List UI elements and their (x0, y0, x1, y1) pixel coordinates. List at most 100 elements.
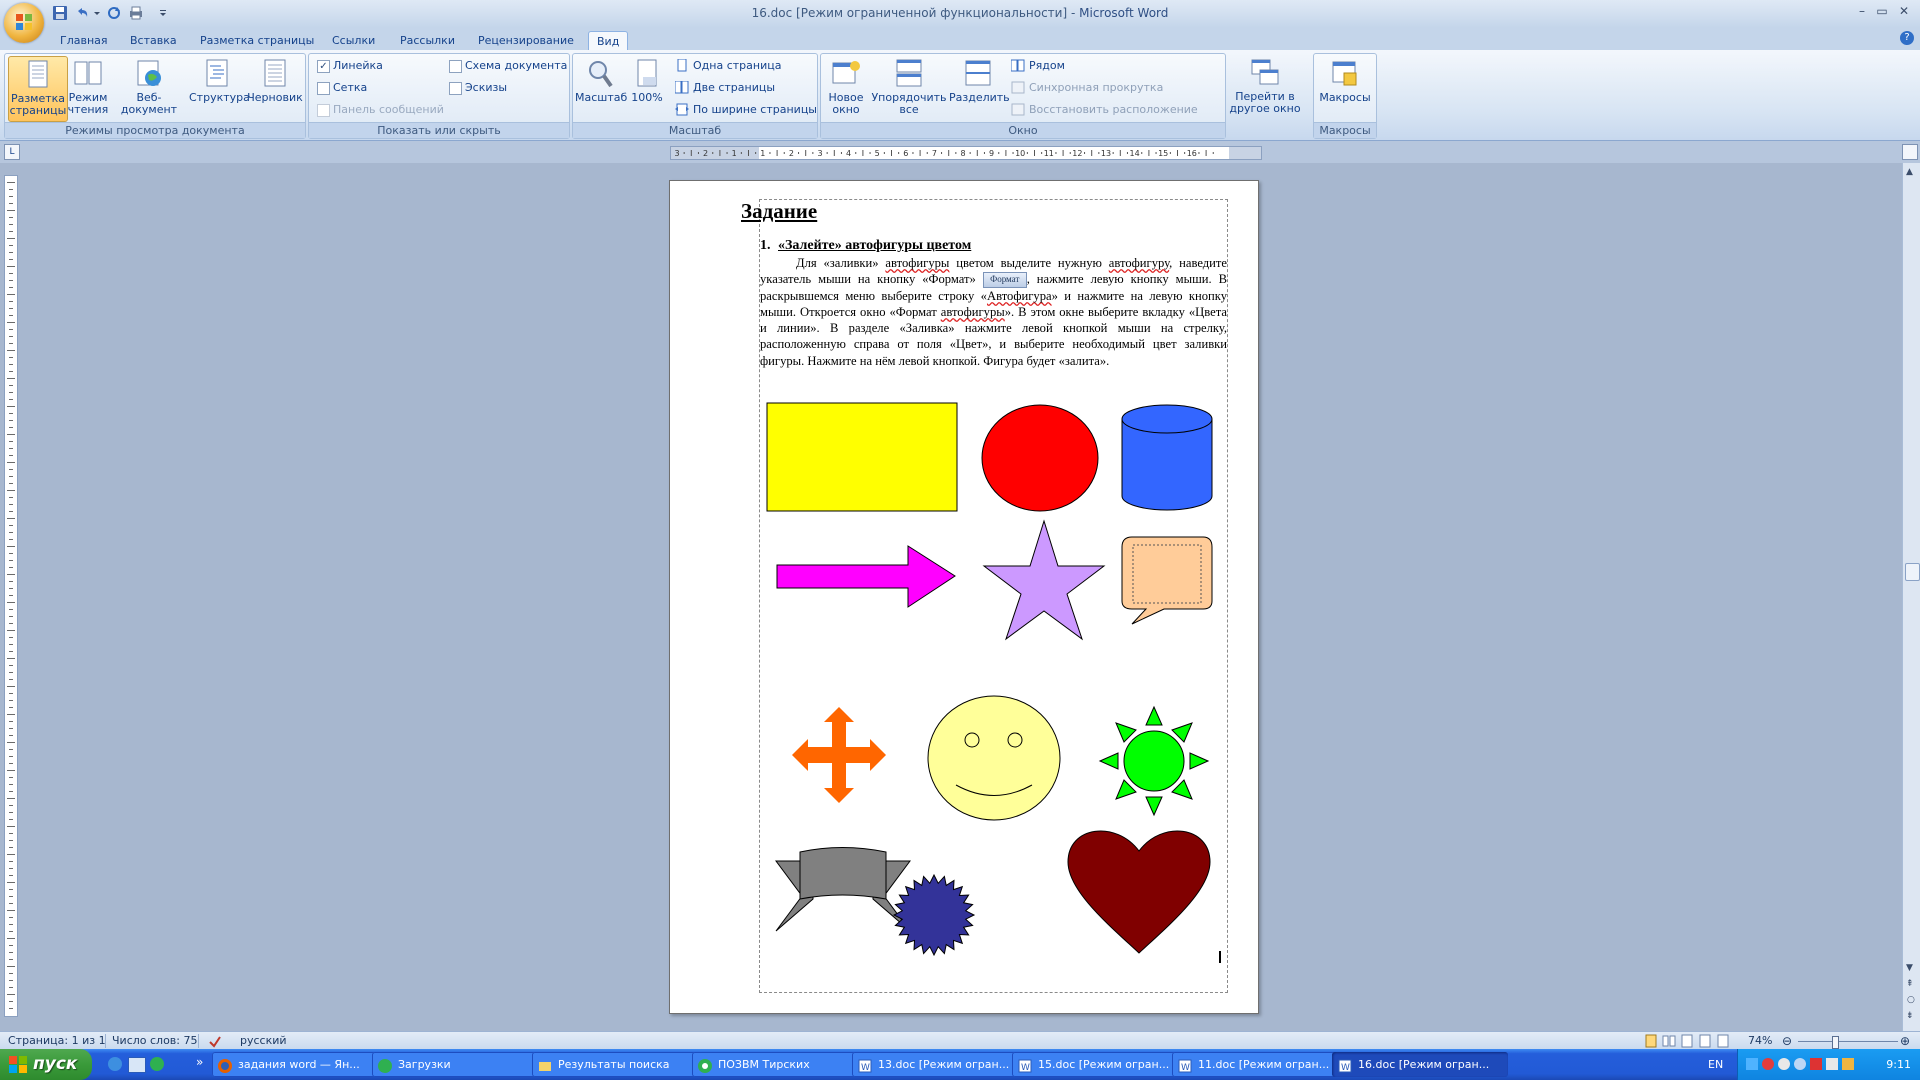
navy-seal-shape[interactable] (892, 873, 976, 957)
print-layout-button[interactable]: Разметка страницы (8, 56, 68, 122)
tab-selector[interactable]: L (4, 144, 20, 160)
tab-page-layout[interactable]: Разметка страницы (192, 31, 322, 50)
side-by-side-button[interactable]: Рядом (1009, 58, 1065, 74)
green-sun-shape[interactable] (1098, 705, 1210, 817)
view-ruler-icon[interactable] (1902, 144, 1918, 160)
tab-view[interactable]: Вид (588, 31, 629, 51)
more-icon[interactable]: » (196, 1055, 203, 1069)
taskbar-item[interactable]: задания word — Ян... (212, 1052, 388, 1077)
tray-network-icon[interactable] (1778, 1058, 1790, 1070)
zoom-button[interactable]: Масштаб (575, 56, 627, 120)
tray-volume-icon[interactable] (1826, 1058, 1838, 1070)
tray-antivirus-icon[interactable] (1762, 1058, 1774, 1070)
draft-view-icon[interactable] (1716, 1034, 1730, 1048)
taskbar-item[interactable]: W 13.doc [Режим огран... (852, 1052, 1028, 1077)
orange-quad-arrow-shape[interactable] (792, 707, 886, 803)
draft-button[interactable]: Черновик (247, 56, 303, 120)
show-desktop-icon[interactable] (128, 1057, 146, 1073)
gray-ribbon-banner-shape[interactable] (775, 847, 911, 932)
taskbar-item[interactable]: ПОЗВМ Тирских (692, 1052, 868, 1077)
zoom-in-icon[interactable]: ⊕ (1900, 1034, 1914, 1048)
tab-mailings[interactable]: Рассылки (392, 31, 463, 50)
taskbar-item[interactable]: W 11.doc [Режим огран... (1172, 1052, 1348, 1077)
lilac-star-shape[interactable] (982, 519, 1106, 641)
close-button[interactable]: ✕ (1894, 4, 1914, 20)
red-circle-shape[interactable] (981, 404, 1099, 512)
prev-page-icon[interactable]: ⇞ (1906, 979, 1914, 989)
two-pages-button[interactable]: Две страницы (673, 80, 775, 96)
page-width-button[interactable]: По ширине страницы (673, 102, 817, 118)
zoom-out-icon[interactable]: ⊖ (1782, 1034, 1796, 1048)
outline-button[interactable]: Структура (189, 56, 250, 120)
tray-n-icon[interactable] (1810, 1058, 1822, 1070)
ruler-tick (7, 714, 15, 715)
maroon-heart-shape[interactable] (1067, 830, 1211, 954)
split-button[interactable]: Разделить (949, 56, 1010, 120)
macros-button[interactable]: Макросы (1316, 56, 1374, 120)
reading-mode-button[interactable]: Режим чтения (67, 56, 109, 120)
thumbnails-checkbox[interactable]: Эскизы (447, 80, 507, 96)
web-layout-button[interactable]: Веб-документ (111, 56, 187, 120)
yellow-rectangle-shape[interactable] (766, 402, 958, 512)
tray-v-icon[interactable] (1842, 1058, 1854, 1070)
browse-object-icon[interactable]: ○ (1907, 995, 1915, 1005)
language-indicator[interactable]: EN (1708, 1049, 1723, 1080)
web-view-icon[interactable] (1680, 1034, 1694, 1048)
tab-home[interactable]: Главная (52, 31, 116, 50)
ruler-tick (7, 546, 15, 547)
zoom-100-button[interactable]: 100% (629, 56, 665, 120)
proofing-icon[interactable] (208, 1034, 222, 1048)
tab-insert[interactable]: Вставка (122, 31, 185, 50)
magenta-arrow-shape[interactable] (776, 545, 956, 608)
window-group-label: Окно (821, 122, 1225, 138)
clock[interactable]: 9:11 (1886, 1049, 1911, 1080)
tray-app-icon[interactable] (1746, 1058, 1758, 1070)
office-button[interactable] (4, 3, 44, 43)
blue-cylinder-shape[interactable] (1121, 404, 1213, 511)
arrange-all-button[interactable]: Упорядочить все (871, 56, 947, 120)
peach-callout-shape[interactable] (1121, 536, 1213, 625)
one-page-button[interactable]: Одна страница (673, 58, 781, 74)
horizontal-ruler[interactable]: 3 2 1 1 2 3 4 5 6 7 8 9 10 11 12 13 14 15 16 (670, 146, 1262, 160)
tray-sync-icon[interactable] (1794, 1058, 1806, 1070)
minimize-button[interactable]: – (1852, 4, 1872, 20)
print-layout-view-icon[interactable] (1644, 1034, 1658, 1048)
scroll-thumb[interactable] (1905, 563, 1920, 581)
next-page-icon[interactable]: ⇟ (1906, 1011, 1914, 1021)
macros-group: Макросы Макросы (1313, 53, 1377, 139)
help-icon[interactable]: ? (1900, 31, 1914, 45)
smiley-face-shape[interactable] (927, 695, 1061, 821)
outline-view-icon[interactable] (1698, 1034, 1712, 1048)
maximize-button[interactable]: ▭ (1872, 4, 1892, 20)
scroll-down-icon[interactable]: ▼ (1906, 963, 1913, 973)
vertical-scrollbar[interactable]: ▲ ▼ ⇞ ○ ⇟ (1902, 163, 1920, 1031)
page-icon (22, 59, 54, 91)
zoom-slider-track[interactable] (1798, 1041, 1898, 1042)
tab-review[interactable]: Рецензирование (470, 31, 582, 50)
word-count[interactable]: Число слов: 75 (112, 1034, 198, 1048)
taskbar-item-active[interactable]: W 16.doc [Режим огран... (1332, 1052, 1508, 1077)
taskbar-item[interactable]: W 15.doc [Режим огран... (1012, 1052, 1188, 1077)
ruler-tick (9, 217, 13, 218)
zoom-slider-thumb[interactable] (1832, 1036, 1839, 1049)
page-count[interactable]: Страница: 1 из 1 (8, 1034, 106, 1048)
doc-map-checkbox[interactable]: Схема документа (447, 58, 567, 74)
ie-icon[interactable] (108, 1057, 122, 1071)
start-button[interactable]: пуск (0, 1049, 92, 1080)
grid-checkbox[interactable]: Сетка (315, 80, 367, 96)
tab-references[interactable]: Ссылки (324, 31, 383, 50)
new-window-button[interactable]: Новое окно (823, 56, 869, 120)
taskbar-item[interactable]: Загрузки (372, 1052, 548, 1077)
scroll-up-icon[interactable]: ▲ (1906, 167, 1913, 177)
browser-icon[interactable] (150, 1057, 164, 1071)
language[interactable]: русский (240, 1034, 287, 1048)
ruler-checkbox[interactable]: ✓ Линейка (315, 58, 383, 74)
reading-view-icon[interactable] (1662, 1034, 1676, 1048)
vertical-ruler[interactable] (4, 175, 18, 1017)
ruler-tick (7, 854, 15, 855)
document-page[interactable]: Задание 1. «Залейте» автофигуры цветом Дл… (669, 180, 1259, 1014)
switch-window-button[interactable]: Перейти в другое окно (1222, 55, 1308, 119)
taskbar-item[interactable]: Результаты поиска (532, 1052, 708, 1077)
ruler-tick (9, 483, 13, 484)
zoom-level[interactable]: 74% (1748, 1034, 1772, 1048)
